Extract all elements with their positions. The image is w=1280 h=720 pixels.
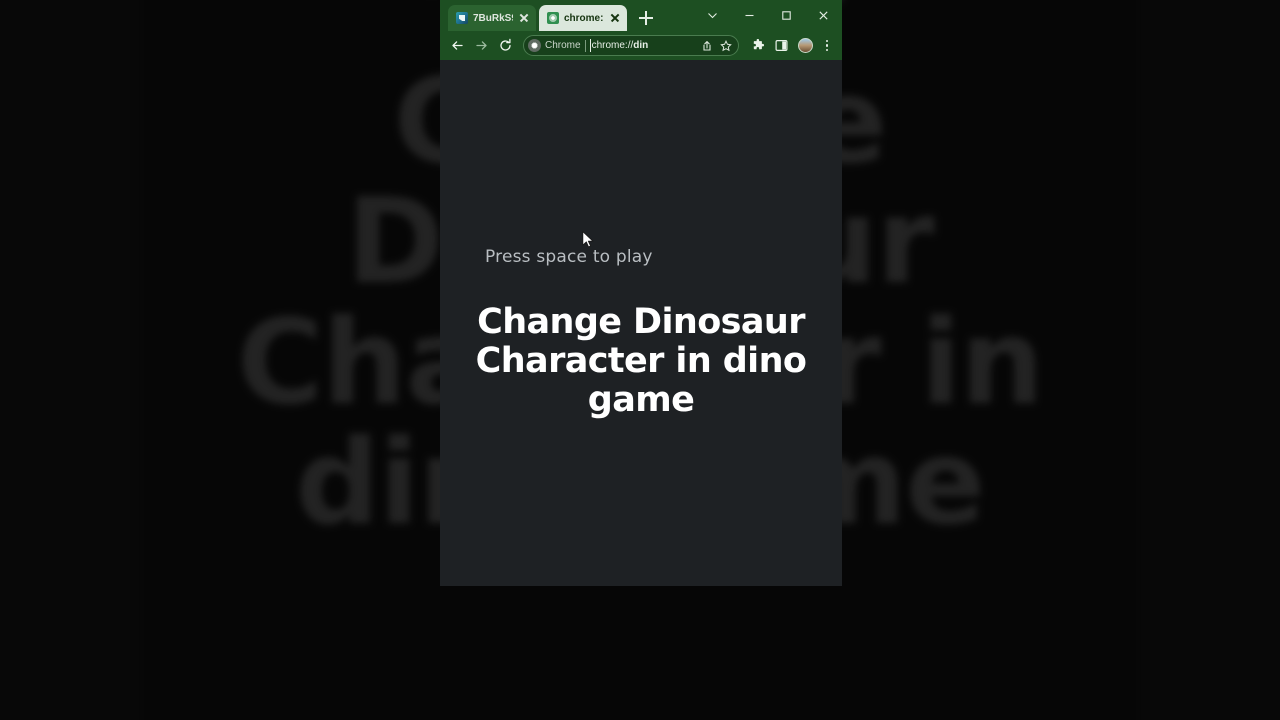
omnibox-url-suffix: din xyxy=(633,40,649,51)
avatar[interactable] xyxy=(795,35,816,56)
avatar-icon xyxy=(798,38,813,53)
browser-tab-inactive[interactable]: 7BuRkS9 xyxy=(448,5,536,31)
window-controls xyxy=(694,0,842,31)
browser-toolbar: Chrome chrome://din xyxy=(440,31,842,60)
close-icon[interactable] xyxy=(805,0,842,31)
tab-search-chevron-down-icon[interactable] xyxy=(694,0,731,31)
maximize-icon[interactable] xyxy=(768,0,805,31)
back-icon[interactable] xyxy=(446,35,468,57)
star-icon[interactable] xyxy=(718,38,733,53)
overlay-title: Change Dinosaur Character in dino game xyxy=(475,302,807,421)
page-content: Press space to play Change Dinosaur Char… xyxy=(440,60,842,586)
teal-app-icon xyxy=(456,12,468,24)
side-panel-icon[interactable] xyxy=(771,35,792,56)
minimize-icon[interactable] xyxy=(731,0,768,31)
share-icon[interactable] xyxy=(699,38,714,53)
close-icon[interactable] xyxy=(609,12,621,24)
kebab-dot xyxy=(825,48,829,52)
omnibox-url: chrome://din xyxy=(592,40,649,51)
tab-title: 7BuRkS9 xyxy=(473,12,513,24)
text-caret xyxy=(589,39,591,52)
browser-tab-active[interactable]: chrome: xyxy=(539,5,627,31)
forward-icon[interactable] xyxy=(470,35,492,57)
browser-tab-strip: 7BuRkS9 chrome: xyxy=(440,0,842,31)
address-bar[interactable]: Chrome chrome://din xyxy=(523,35,739,56)
arrow-cursor-icon xyxy=(582,231,594,249)
video-player-frame: 7BuRkS9 chrome: Chrome chrome://din Pres… xyxy=(440,0,842,586)
omnibox-chip-label: Chrome xyxy=(545,40,581,51)
chrome-icon xyxy=(547,12,559,24)
kebab-dot xyxy=(825,39,829,43)
press-space-text: Press space to play xyxy=(485,247,653,267)
chrome-icon xyxy=(528,39,541,52)
kebab-dot xyxy=(825,44,829,47)
kebab-menu-icon[interactable] xyxy=(818,35,836,56)
close-icon[interactable] xyxy=(518,12,530,24)
omnibox-url-prefix: chrome:// xyxy=(591,40,634,51)
omnibox-divider xyxy=(584,39,586,52)
new-tab-button[interactable] xyxy=(635,7,657,29)
reload-icon[interactable] xyxy=(494,35,516,57)
omnibox-text-wrap[interactable]: chrome://din xyxy=(589,39,695,52)
tab-title: chrome: xyxy=(564,12,604,24)
puzzle-icon[interactable] xyxy=(747,35,768,56)
